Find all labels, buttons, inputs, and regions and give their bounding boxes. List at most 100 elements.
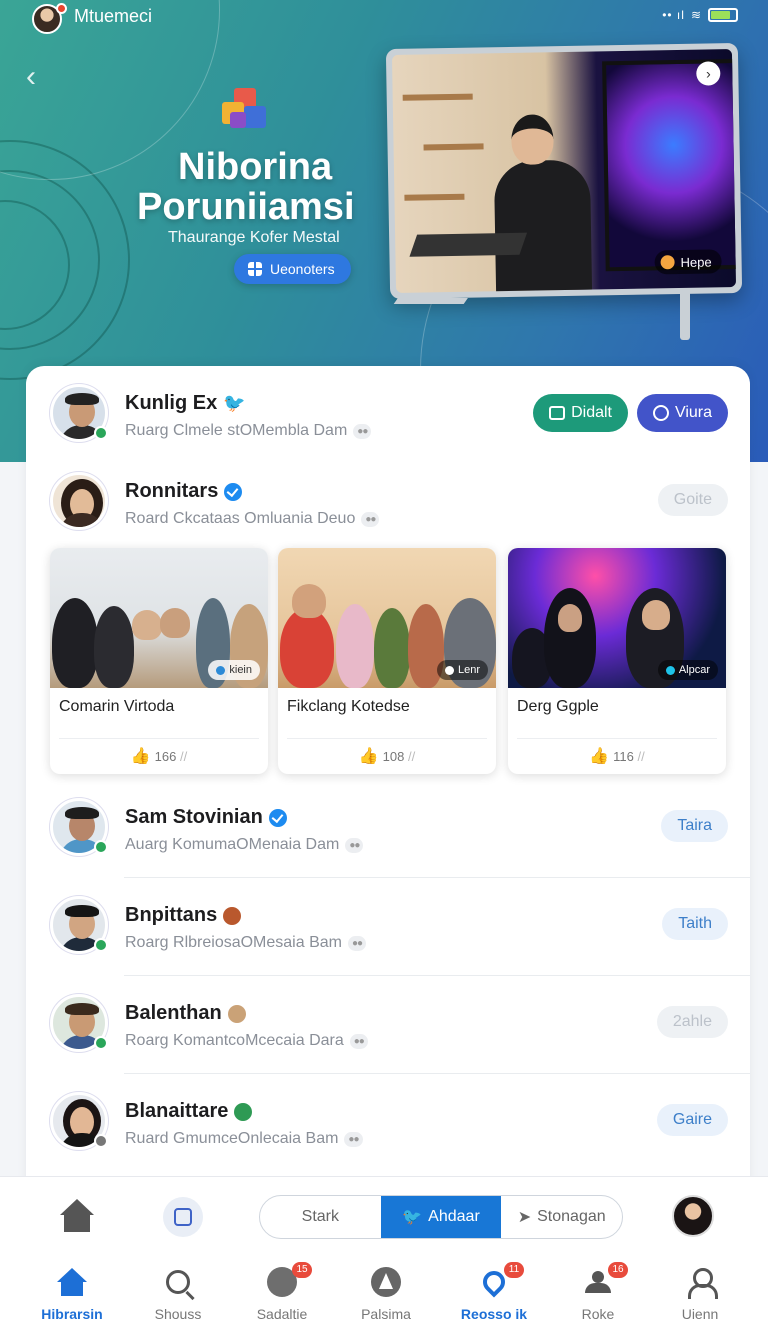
list-item[interactable]: Bnpittans Roarg RlbreiosaOMesaia Bam ●● T…: [26, 878, 750, 976]
notification-dot: [56, 3, 67, 14]
group-image: Lenr: [278, 548, 496, 688]
group-image: kiein: [50, 548, 268, 688]
group-card[interactable]: Alpcar Derg Ggple 👍 116 //: [508, 548, 726, 774]
camera-icon: [549, 406, 566, 420]
emoji-badge-icon: [234, 1102, 253, 1121]
person-subtitle: Roarg KomantcoMcecaia Dara ●●: [125, 1032, 368, 1050]
more-dots-icon: ●●: [344, 1131, 363, 1147]
grid-icon: [248, 262, 262, 276]
group-card[interactable]: Lenr Fikclang Kotedse 👍 108 //: [278, 548, 496, 774]
notification-badge: 16: [608, 1262, 628, 1278]
person-subtitle: Auarg KomumaOMenaia Dam ●●: [125, 836, 364, 854]
like-count[interactable]: 👍 166 //: [50, 746, 268, 766]
sail-icon: [371, 1267, 401, 1297]
tab-roke[interactable]: 16 Roke: [550, 1262, 646, 1322]
segmented-control: Stark 🐦 Ahdaar ➤ Stonagan: [259, 1195, 623, 1239]
notification-badge: 11: [504, 1262, 524, 1278]
group-image: Alpcar: [508, 548, 726, 688]
person-name: Blanaittare: [125, 1100, 253, 1123]
online-status-icon: [94, 938, 108, 952]
online-status-icon: [94, 426, 108, 440]
segment-active[interactable]: 🐦 Ahdaar: [380, 1196, 502, 1238]
list-item[interactable]: Kunlig Ex 🐦 Ruarg Clmele stOMembla Dam ●●…: [26, 366, 750, 462]
username: Mtuemeci: [74, 6, 153, 26]
follow-button[interactable]: Goite: [657, 484, 728, 516]
like-icon: 👍: [589, 748, 610, 765]
tab-search[interactable]: Shouss: [130, 1264, 226, 1322]
user-avatar[interactable]: [672, 1195, 714, 1237]
more-dots-icon: ●●: [349, 1033, 368, 1049]
chat-icon: [652, 405, 669, 421]
app-icon[interactable]: [163, 1197, 203, 1237]
app-cube-icon: [222, 88, 268, 134]
group-tag: Lenr: [436, 660, 488, 680]
list-item[interactable]: Sam Stovinian Auarg KomumaOMenaia Dam ●● …: [26, 780, 750, 878]
person-name: Bnpittans: [125, 904, 242, 927]
more-dots-icon: ●●: [347, 935, 367, 951]
emoji-badge-icon: [223, 906, 242, 925]
tab-profile[interactable]: Uienn: [652, 1264, 748, 1322]
chat-button[interactable]: Viura: [636, 394, 728, 432]
avatar[interactable]: [50, 472, 108, 530]
send-icon: ➤: [517, 1209, 532, 1226]
system-icons: •• ıl ≋: [662, 8, 738, 22]
person-subtitle: Roarg RlbreiosaOMesaia Bam ●●: [125, 934, 367, 952]
like-count[interactable]: 👍 108 //: [278, 746, 496, 766]
like-icon: 👍: [130, 748, 151, 765]
tab-home[interactable]: Hibrarsin: [24, 1264, 120, 1322]
hero-title-line1: Niborina: [178, 146, 333, 188]
list-item[interactable]: Ronnitars Roard Ckcataas Omluania Deuo ●●…: [26, 454, 750, 550]
group-tag: kiein: [208, 660, 260, 680]
group-card[interactable]: kiein Comarin Virtoda 👍 166 //: [50, 548, 268, 774]
screen-monitor: [602, 58, 737, 272]
segment-start[interactable]: Stark: [260, 1196, 381, 1238]
action-bar: Stark 🐦 Ahdaar ➤ Stonagan: [0, 1176, 768, 1254]
status-icon: [94, 1134, 108, 1148]
person-subtitle: Roard Ckcataas Omluania Deuo ●●: [125, 510, 380, 528]
person-subtitle: Ruard GmumceOnlecaia Bam ●●: [125, 1130, 363, 1148]
emoji-badge-icon: [227, 1004, 246, 1023]
twitter-bird-icon: 🐦: [402, 1209, 423, 1226]
list-item[interactable]: Blanaittare Ruard GmumceOnlecaia Bam ●● G…: [26, 1074, 750, 1170]
follow-button[interactable]: 2ahle: [656, 1006, 728, 1038]
camera-button[interactable]: Didalt: [533, 394, 628, 432]
twitter-bird-icon: 🐦: [223, 393, 246, 413]
hero-video-frame[interactable]: › Hepe: [385, 42, 743, 300]
tv-stand: [680, 290, 690, 340]
list-item[interactable]: Balenthan Roarg KomantcoMcecaia Dara ●● 2…: [26, 976, 750, 1074]
tab-sadaltie[interactable]: 15 Sadaltie: [234, 1262, 330, 1322]
tab-palsima[interactable]: Palsima: [338, 1264, 434, 1322]
online-status-icon: [94, 1036, 108, 1050]
verified-icon: [224, 482, 243, 501]
follow-button[interactable]: Taith: [662, 908, 728, 940]
follow-button[interactable]: Taira: [661, 810, 728, 842]
bottom-tab-bar: Hibrarsin Shouss 15 Sadaltie Palsima 11 …: [0, 1254, 768, 1344]
group-title: Derg Ggple: [517, 698, 599, 715]
more-dots-icon: ●●: [361, 511, 380, 527]
like-icon: 👍: [358, 748, 379, 765]
hero-action-button[interactable]: Ueonoters: [234, 254, 351, 284]
signal-icon: •• ıl: [662, 8, 685, 22]
status-bar: Mtuemeci •• ıl ≋: [0, 0, 768, 34]
like-count[interactable]: 👍 116 //: [508, 746, 726, 766]
follow-button[interactable]: Gaire: [656, 1104, 728, 1136]
segment-end[interactable]: ➤ Stonagan: [501, 1196, 622, 1238]
video-tag: Hepe: [654, 249, 722, 275]
video-thumbnail: › Hepe: [391, 49, 737, 293]
hero-action-label: Ueonoters: [270, 261, 335, 277]
person-name: Sam Stovinian: [125, 806, 287, 829]
group-title: Comarin Virtoda: [59, 698, 175, 715]
person-name: Kunlig Ex 🐦: [125, 392, 246, 414]
tab-location[interactable]: 11 Reosso ik: [446, 1262, 542, 1322]
hero-subtitle: Thaurange Kofer Mestal: [168, 229, 340, 246]
person-name: Ronnitars: [125, 480, 243, 503]
more-dots-icon: ●●: [345, 837, 364, 853]
people-list-card: Kunlig Ex 🐦 Ruarg Clmele stOMembla Dam ●●…: [26, 366, 750, 1196]
online-status-icon: [94, 840, 108, 854]
user-icon: [687, 1268, 718, 1299]
back-arrow-icon[interactable]: ‹: [26, 60, 36, 94]
group-carousel: kiein Comarin Virtoda 👍 166 // Lenr Fikcl…: [50, 548, 730, 774]
verified-icon: [268, 808, 287, 827]
notification-badge: 15: [292, 1262, 312, 1278]
home-icon[interactable]: [60, 1199, 94, 1233]
